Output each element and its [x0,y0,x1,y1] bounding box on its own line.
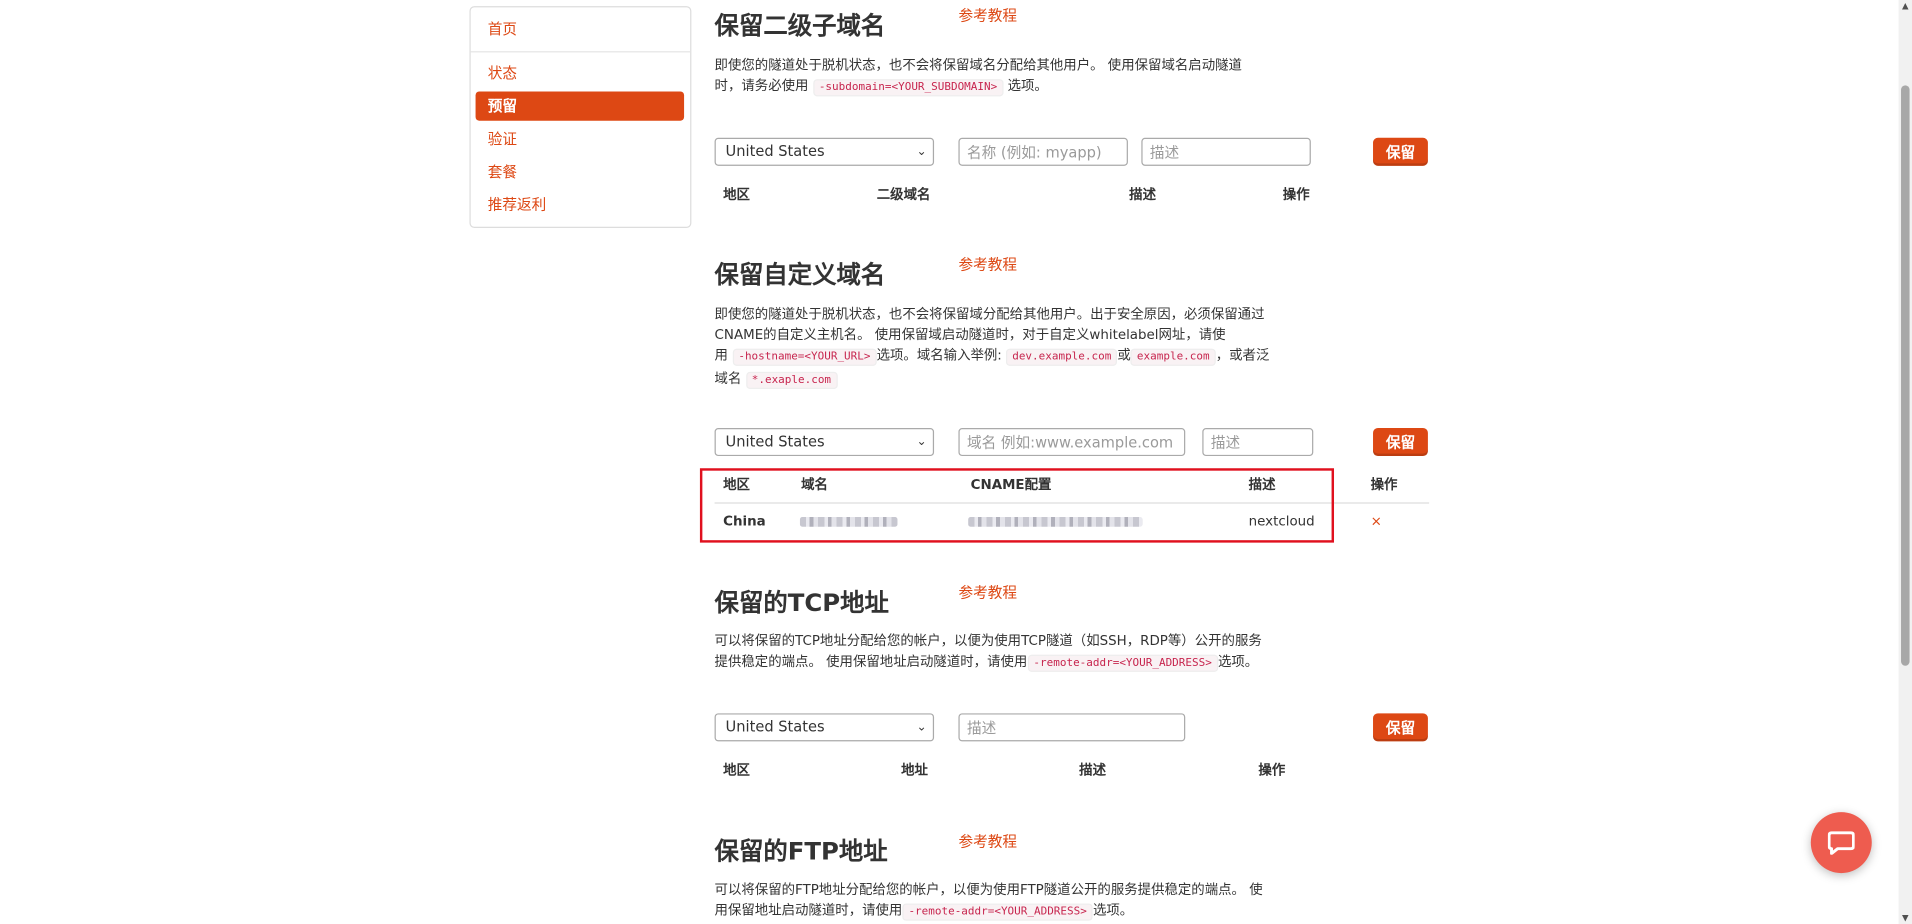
ftp-section-title: 保留的FTP地址 [714,836,888,866]
subdomain-section-title: 保留二级子域名 [714,10,886,41]
subdomain-flag-code: -subdomain=<YOUR_SUBDOMAIN> [812,79,1004,97]
subdomain-region-select[interactable]: United States ⌄ [714,137,935,166]
subdomain-tutorial-link[interactable]: 参考教程 [958,6,1017,26]
chevron-down-icon: ⌄ [916,435,927,449]
ftp-description: 可以将保留的FTP地址分配给您的帐户，以便为使用FTP隧道公开的服务提供稳定的端… [715,879,1300,923]
scroll-up-icon[interactable]: ▲ [1899,0,1912,12]
tcp-col-address: 地址 [901,762,928,778]
wildcard-domain-code: *.exaple.com [745,371,838,389]
custom-domain-input[interactable] [958,428,1186,457]
scrollbar-thumb[interactable] [1901,85,1910,666]
custom-domain-desc-line1: 即使您的隧道处于脱机状态，也不会将保留域分配给其他用户。出于安全原因，必须保留通… [714,306,1265,322]
subdomain-name-input[interactable] [958,137,1128,166]
sidebar-item-auth[interactable]: 验证 [476,124,685,153]
subdomain-desc-line1: 即使您的隧道处于脱机状态，也不会将保留域名分配给其他用户。 使用保留域名启动隧道 [714,57,1242,74]
tcp-col-actions: 操作 [1258,762,1286,778]
delete-icon[interactable]: × [1371,513,1382,530]
tcp-col-description: 描述 [1079,762,1106,778]
chat-button[interactable] [1810,812,1872,874]
chat-bubble-icon [1827,831,1855,855]
ftp-tutorial-link[interactable]: 参考教程 [958,832,1017,852]
tcp-description: 可以将保留的TCP地址分配给您的帐户，以便为使用TCP隧道（如SSH，RDP等）… [715,630,1300,674]
tcp-reserve-button[interactable]: 保留 [1373,713,1428,742]
sidebar-nav: 首页 状态 预留 验证 套餐 推荐返利 [469,6,692,229]
ftp-remote-addr-flag-code: -remote-addr=<YOUR_ADDRESS> [902,903,1093,921]
subdomain-col-description: 描述 [1129,186,1156,203]
sidebar-item-reserved[interactable]: 预留 [475,91,685,121]
custom-domain-tutorial-link[interactable]: 参考教程 [958,255,1017,275]
tcp-desc-line2: 提供稳定的端点。 使用保留地址启动隧道时，请使用 -remote-addr=<YO… [715,651,1300,674]
custom-domain-description: 即使您的隧道处于脱机状态，也不会将保留域分配给其他用户。出于安全原因，必须保留通… [715,304,1300,392]
tcp-section-title: 保留的TCP地址 [714,587,889,618]
hostname-flag-code: -hostname=<YOUR_URL> [732,348,877,366]
custom-domain-desc-line2: CNAME的自定义主机名。 使用保留域启动隧道时，对于自定义whitelabel… [714,326,1226,343]
custom-domain-desc-input[interactable] [1202,428,1314,457]
ftp-desc-line2: 用保留地址启动隧道时，请使用 -remote-addr=<YOUR_ADDRESS… [715,900,1300,923]
subdomain-col-region: 地区 [723,186,750,203]
custom-domain-region-select[interactable]: United States ⌄ [714,428,935,457]
custom-domain-desc-line3: 用 -hostname=<YOUR_URL> 选项。域名输入举例: dev.exa… [715,345,1300,368]
sidebar-item-home[interactable]: 首页 [476,15,685,44]
tcp-col-region: 地区 [723,762,750,778]
chevron-down-icon: ⌄ [916,720,927,735]
subdomain-description: 即使您的隧道处于脱机状态，也不会将保留域名分配给其他用户。 使用保留域名启动隧道… [715,55,1300,99]
sidebar-item-referral[interactable]: 推荐返利 [476,190,685,219]
highlight-box [699,468,1335,543]
sidebar-item-plans[interactable]: 套餐 [476,157,685,186]
subdomain-desc-input[interactable] [1141,137,1311,166]
subdomain-col-actions: 操作 [1282,186,1310,203]
chevron-down-icon: ⌄ [916,145,927,159]
example-domain-code-2: example.com [1130,348,1216,366]
sidebar-item-status[interactable]: 状态 [476,59,685,88]
custom-domain-reserve-button[interactable]: 保留 [1373,428,1428,457]
remote-addr-flag-code: -remote-addr=<YOUR_ADDRESS> [1027,654,1218,672]
tcp-desc-input[interactable] [958,713,1186,742]
sidebar-divider [470,51,691,53]
scroll-down-icon[interactable]: ▼ [1899,912,1912,924]
ftp-desc-line1: 可以将保留的FTP地址分配给您的帐户，以便为使用FTP隧道公开的服务提供稳定的端… [714,881,1263,898]
custom-domain-col-actions: 操作 [1370,476,1398,493]
custom-domain-section-title: 保留自定义域名 [714,259,886,289]
custom-domain-desc-line4: 域名 *.exaple.com [715,368,1300,391]
subdomain-desc-line2: 时，请务必使用 -subdomain=<YOUR_SUBDOMAIN> 选项。 [715,76,1300,99]
tcp-region-select[interactable]: United States ⌄ [714,713,935,742]
subdomain-reserve-button[interactable]: 保留 [1373,137,1428,166]
tcp-tutorial-link[interactable]: 参考教程 [958,583,1017,603]
tcp-desc-line1: 可以将保留的TCP地址分配给您的帐户，以便为使用TCP隧道（如SSH，RDP等）… [714,632,1262,649]
example-domain-code-1: dev.example.com [1006,348,1118,366]
subdomain-col-subdomain: 二级域名 [876,186,931,203]
